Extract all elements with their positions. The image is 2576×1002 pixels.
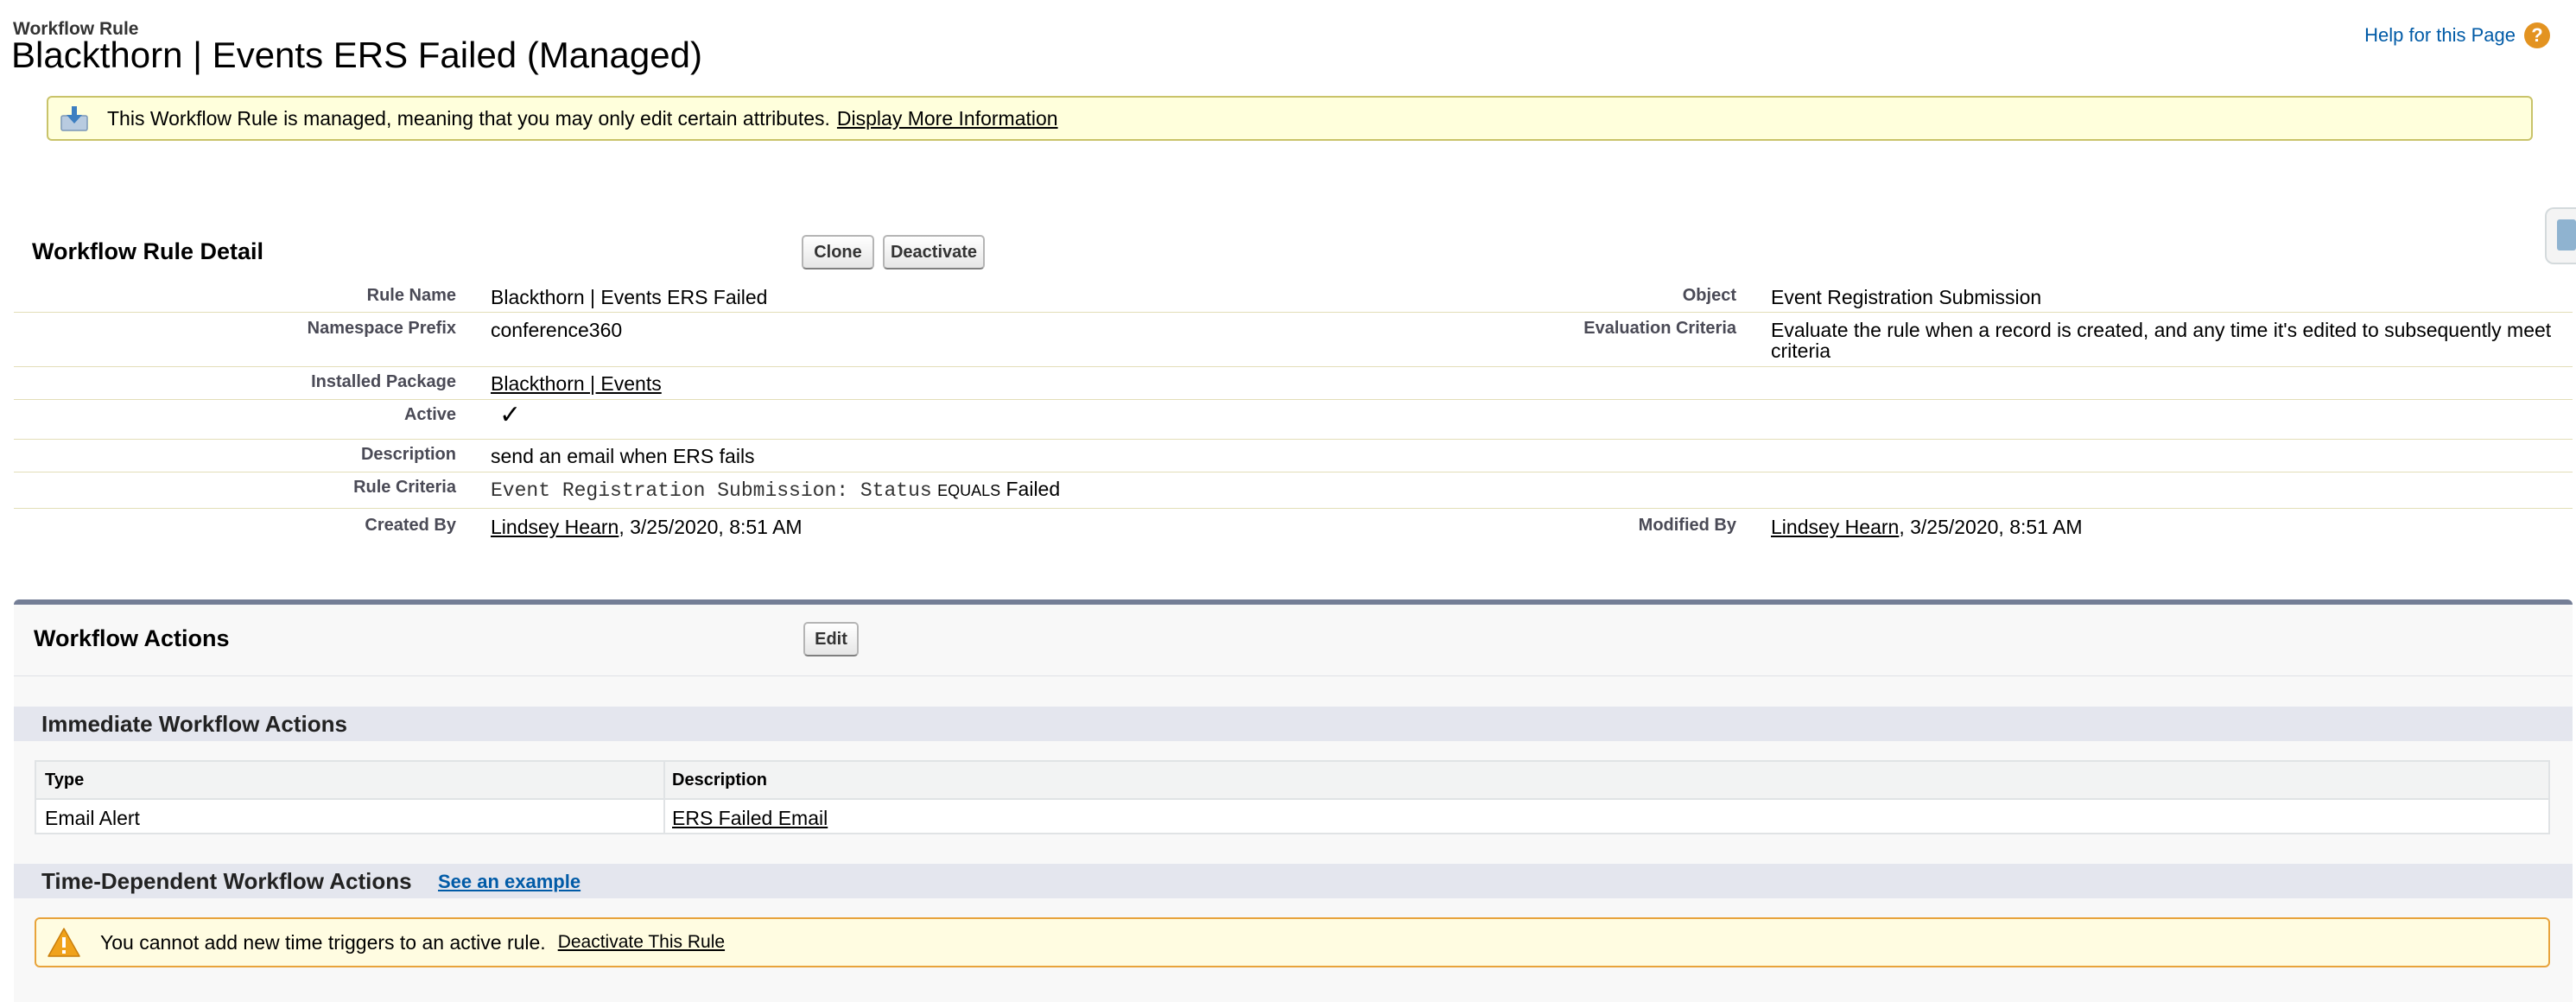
time-trigger-warning-banner: You cannot add new time triggers to an a… — [35, 917, 2550, 967]
object-label: Object — [1682, 286, 1736, 305]
download-icon — [60, 105, 88, 131]
table-header — [36, 762, 2548, 800]
namespace-prefix-label: Namespace Prefix — [307, 319, 456, 338]
namespace-prefix-value: conference360 — [491, 319, 623, 341]
column-header-description: Description — [672, 771, 768, 790]
modified-by-date: , 3/25/2020, 8:51 AM — [1899, 516, 2083, 538]
managed-message: This Workflow Rule is managed, meaning t… — [107, 106, 830, 130]
immediate-actions-table: Type Description Email Alert ERS Failed … — [35, 760, 2550, 834]
edit-button[interactable]: Edit — [803, 622, 859, 656]
evaluation-criteria-value-line2: criteria — [1771, 339, 1831, 362]
managed-info-banner: This Workflow Rule is managed, meaning t… — [47, 96, 2533, 141]
installed-package-label: Installed Package — [311, 372, 456, 391]
modified-by-label: Modified By — [1638, 516, 1736, 535]
row-divider — [14, 508, 2573, 509]
active-checkmark-icon: ✓ — [499, 401, 522, 429]
column-divider — [663, 762, 665, 833]
description-value: send an email when ERS fails — [491, 445, 755, 467]
ers-failed-email-link[interactable]: ERS Failed Email — [672, 807, 828, 830]
help-link[interactable]: Help for this Page — [2364, 24, 2516, 47]
row-type-cell: Email Alert — [45, 807, 140, 829]
rule-criteria-value: Event Registration Submission: Status EQ… — [491, 478, 1060, 502]
created-by-date: , 3/25/2020, 8:51 AM — [619, 516, 803, 538]
help-area: Help for this Page ? — [2364, 22, 2550, 48]
description-label: Description — [360, 445, 456, 464]
display-more-information-link[interactable]: Display More Information — [837, 107, 1058, 130]
clone-button[interactable]: Clone — [802, 235, 874, 270]
immediate-actions-title: Immediate Workflow Actions — [41, 711, 347, 737]
workflow-actions-title: Workflow Actions — [34, 625, 230, 651]
row-divider — [14, 366, 2573, 367]
section-divider — [14, 675, 2573, 676]
created-by-user-link[interactable]: Lindsey Hearn — [491, 516, 619, 538]
rule-criteria-match-value: Failed — [1006, 478, 1061, 500]
modified-by-user-link[interactable]: Lindsey Hearn — [1771, 516, 1899, 538]
installed-package-link[interactable]: Blackthorn | Events — [491, 372, 662, 396]
evaluation-criteria-value-line1: Evaluate the rule when a record is creat… — [1771, 319, 2552, 341]
help-icon[interactable]: ? — [2524, 22, 2550, 48]
row-divider — [14, 399, 2573, 400]
workflow-rule-detail-title: Workflow Rule Detail — [32, 238, 264, 264]
page-title: Blackthorn | Events ERS Failed (Managed) — [11, 35, 702, 75]
created-by-label: Created By — [365, 516, 456, 535]
rule-name-label: Rule Name — [366, 286, 456, 305]
created-by-value: Lindsey Hearn, 3/25/2020, 8:51 AM — [491, 516, 803, 539]
object-value: Event Registration Submission — [1771, 286, 2042, 308]
rule-criteria-label: Rule Criteria — [353, 478, 456, 497]
row-divider — [14, 439, 2573, 440]
rule-criteria-field: Event Registration Submission: Status — [491, 479, 932, 502]
deactivate-button[interactable]: Deactivate — [883, 235, 985, 270]
sidebar-collapse-handle[interactable] — [2545, 207, 2576, 264]
row-divider — [14, 312, 2573, 313]
rule-name-value: Blackthorn | Events ERS Failed — [491, 286, 768, 308]
column-header-type: Type — [45, 771, 85, 790]
evaluation-criteria-label: Evaluation Criteria — [1583, 319, 1736, 338]
deactivate-this-rule-link[interactable]: Deactivate This Rule — [558, 932, 725, 953]
see-an-example-link[interactable]: See an example — [438, 871, 581, 893]
warning-icon — [47, 927, 81, 958]
time-dependent-actions-title: Time-Dependent Workflow Actions — [41, 868, 412, 894]
modified-by-value: Lindsey Hearn, 3/25/2020, 8:51 AM — [1771, 516, 2083, 539]
active-label: Active — [403, 405, 456, 424]
warning-message: You cannot add new time triggers to an a… — [100, 930, 546, 954]
rule-criteria-operator: EQUALS — [937, 482, 1001, 499]
immediate-actions-header — [14, 707, 2573, 741]
